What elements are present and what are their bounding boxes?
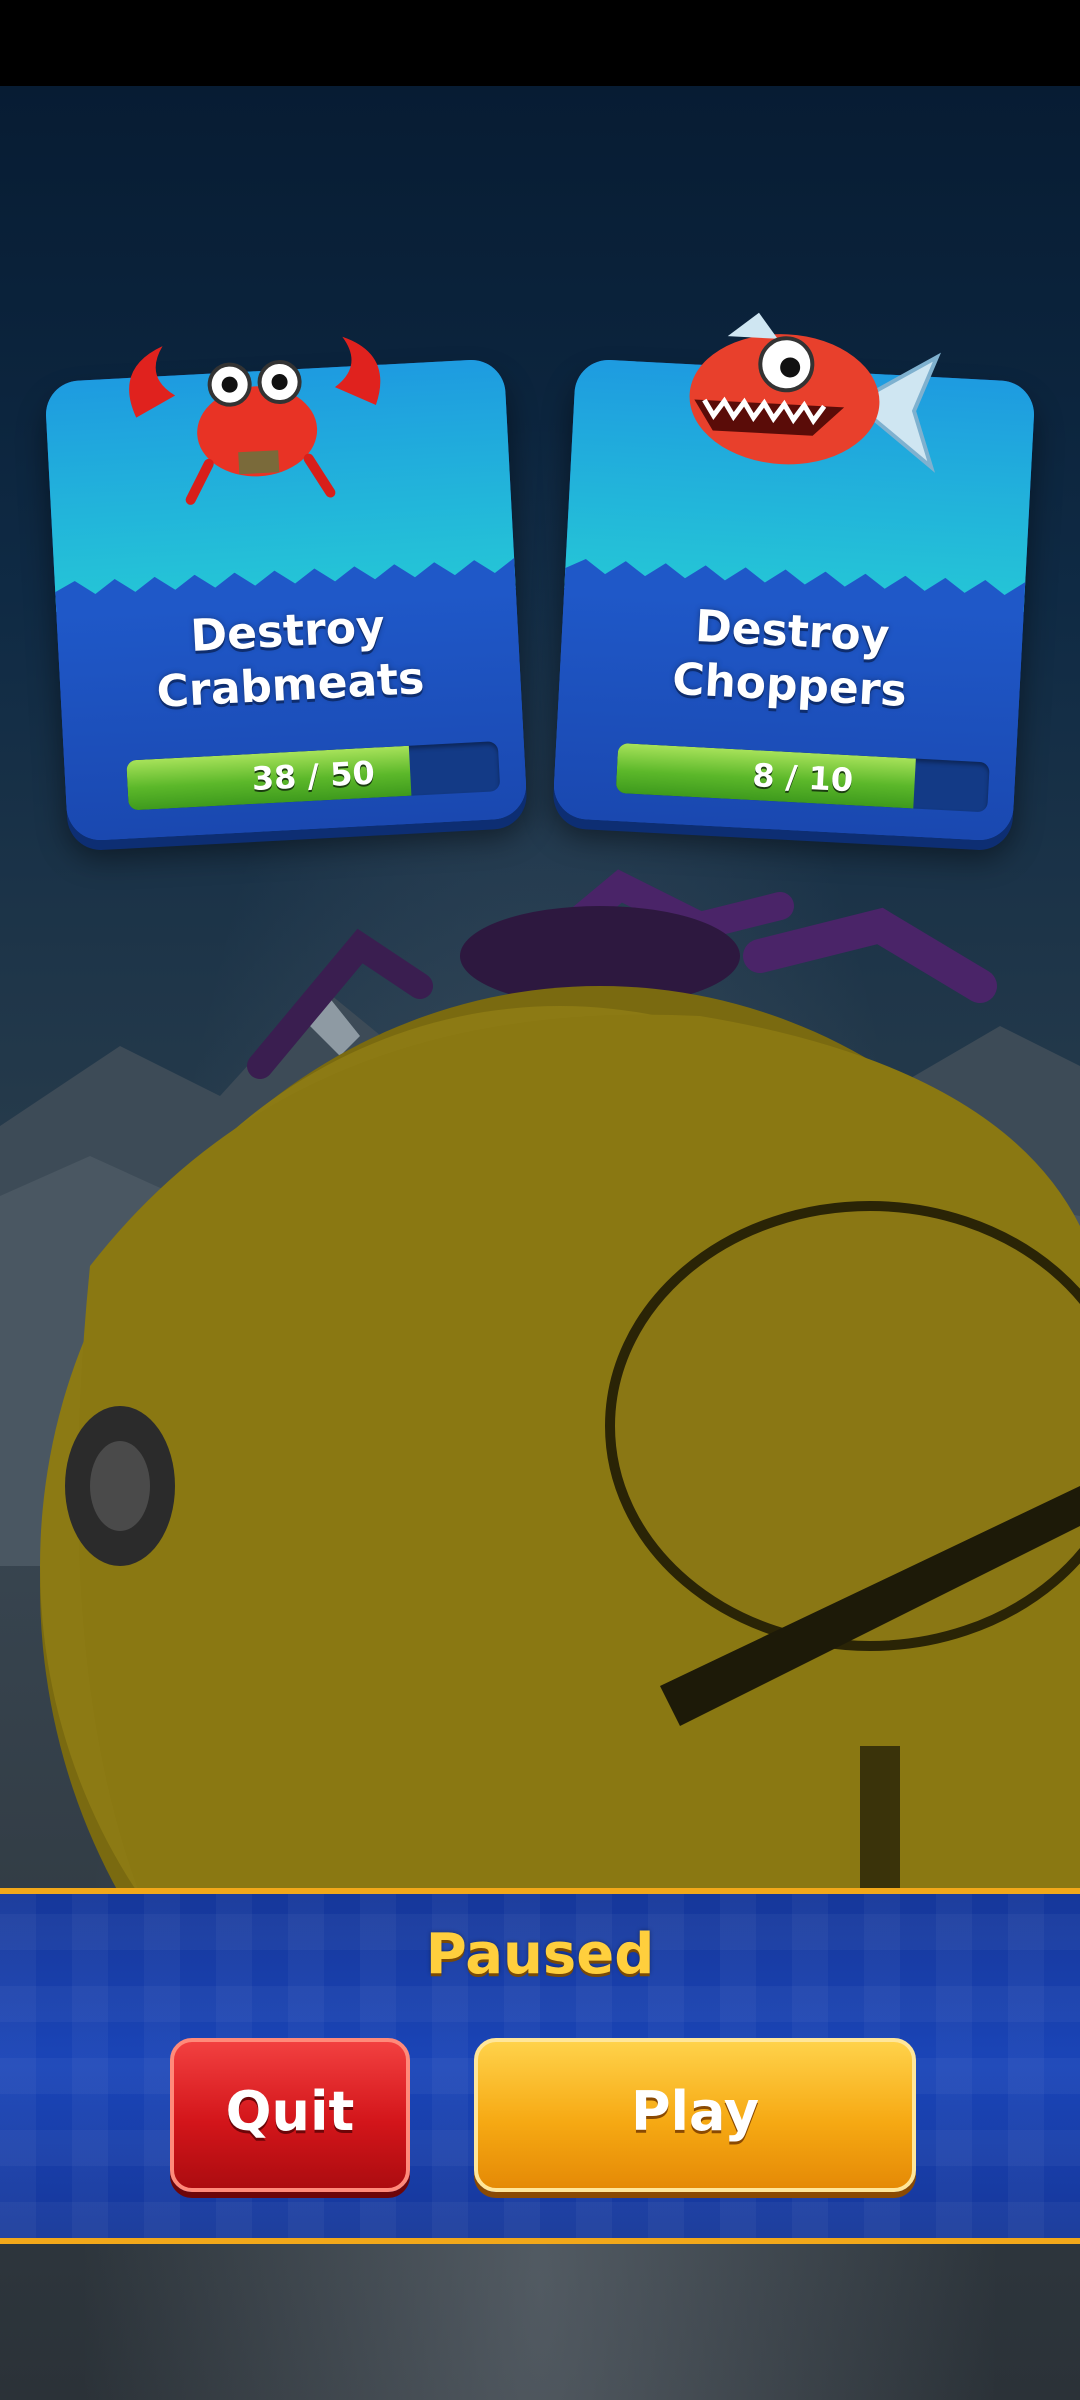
- pause-title: Paused: [425, 1922, 655, 1987]
- play-button[interactable]: Play: [474, 2038, 916, 2192]
- status-bar: [0, 0, 1080, 86]
- pause-panel: Paused Quit Play: [0, 1888, 1080, 2244]
- mission-card-crabmeats: Destroy Crabmeats 38 / 50: [44, 336, 528, 842]
- crabmeat-icon: [129, 336, 381, 505]
- quit-button[interactable]: Quit: [170, 2038, 410, 2192]
- chopper-fish-icon: [689, 312, 942, 473]
- mission-card-choppers: Destroy Choppers 8 / 10: [552, 312, 1036, 842]
